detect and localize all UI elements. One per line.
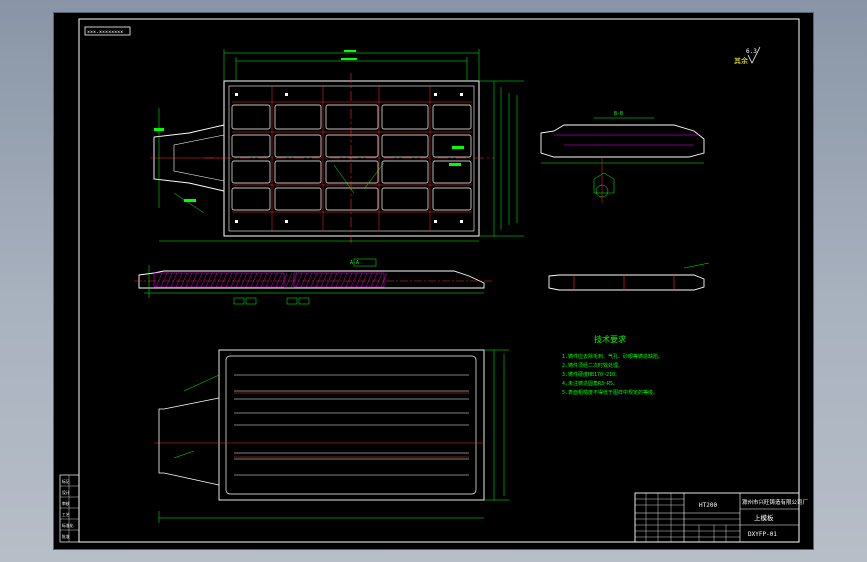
pocket-cell	[325, 134, 379, 158]
pocket-cell	[381, 134, 429, 158]
pocket-cell	[274, 160, 322, 184]
pocket-cell	[325, 104, 379, 130]
pocket-cell	[274, 187, 322, 211]
svg-text:×××-××××××××: ×××-××××××××	[87, 30, 123, 36]
pocket-cell	[432, 187, 472, 211]
left-revision-strip: 标记 设计 审核 工艺 标准化 批准	[59, 474, 80, 543]
tech-req-item: 3.铸件硬度HB170~210。	[562, 371, 620, 378]
section-view-a	[134, 258, 494, 305]
pocket-cell	[274, 134, 322, 158]
tech-req-item: 4.未注铸造圆角R3~R5。	[562, 380, 618, 387]
svg-text:其余: 其余	[734, 56, 748, 65]
pocket-cell	[274, 104, 322, 130]
technical-requirements: 技术要求 1.铸件应去除毛刺、气孔、砂眼等铸造缺陷。 2.铸件须经二次时效处理。…	[562, 334, 663, 396]
section-tag-b: B-B	[614, 111, 623, 117]
pocket-cell	[231, 134, 271, 158]
company-name: 滁州市兴旺铸造有限公司厂	[742, 498, 809, 506]
cad-drawing-canvas[interactable]: ×××-×××××××× 其余 6.3 技术要求 1.铸件应去除毛刺、气孔、砂眼…	[54, 13, 813, 549]
pocket-cell	[381, 160, 429, 184]
svg-text:6.3: 6.3	[746, 48, 757, 55]
pocket-cell	[432, 104, 472, 130]
cad-drawing-viewport[interactable]: ×××-×××××××× 其余 6.3 技术要求 1.铸件应去除毛刺、气孔、砂眼…	[54, 13, 813, 549]
title-block: HT200 滁州市兴旺铸造有限公司厂 上模板 DXYFP-01	[634, 492, 809, 543]
drawing-number-tag: ×××-××××××××	[84, 26, 131, 36]
tech-req-item: 5.表面粗糙度不得低于图样中规定的等级。	[562, 389, 658, 396]
tech-req-title: 技术要求	[594, 334, 626, 344]
drawing-number: DXYFP-01	[748, 531, 777, 538]
top-view-dimension-texts	[154, 50, 464, 202]
svg-text:批准: 批准	[62, 534, 70, 539]
section-view-b	[540, 117, 705, 203]
sheet-border	[78, 18, 800, 543]
pocket-cell	[231, 187, 271, 211]
svg-text:标准化: 标准化	[62, 523, 74, 528]
pocket-cell	[231, 160, 271, 184]
bottom-plan-view	[154, 349, 509, 523]
pocket-cell	[231, 104, 271, 130]
section-tag-a: A-A	[350, 260, 359, 266]
top-view-plate	[150, 73, 494, 243]
pocket-cell	[381, 187, 429, 211]
svg-text:审核: 审核	[62, 501, 70, 506]
section-view-c	[548, 262, 710, 291]
surface-roughness-note: 其余 6.3	[734, 46, 761, 65]
svg-text:工艺: 工艺	[62, 512, 70, 517]
tech-req-item: 2.铸件须经二次时效处理。	[562, 362, 623, 369]
material-label: HT200	[699, 502, 717, 509]
pocket-cell	[381, 104, 429, 130]
tech-req-item: 1.铸件应去除毛刺、气孔、砂眼等铸造缺陷。	[562, 353, 663, 360]
svg-text:设计: 设计	[62, 490, 70, 495]
pocket-cell	[325, 160, 379, 184]
svg-text:标记: 标记	[62, 479, 70, 484]
part-name: 上模板	[754, 513, 774, 522]
pocket-cell	[325, 187, 379, 211]
